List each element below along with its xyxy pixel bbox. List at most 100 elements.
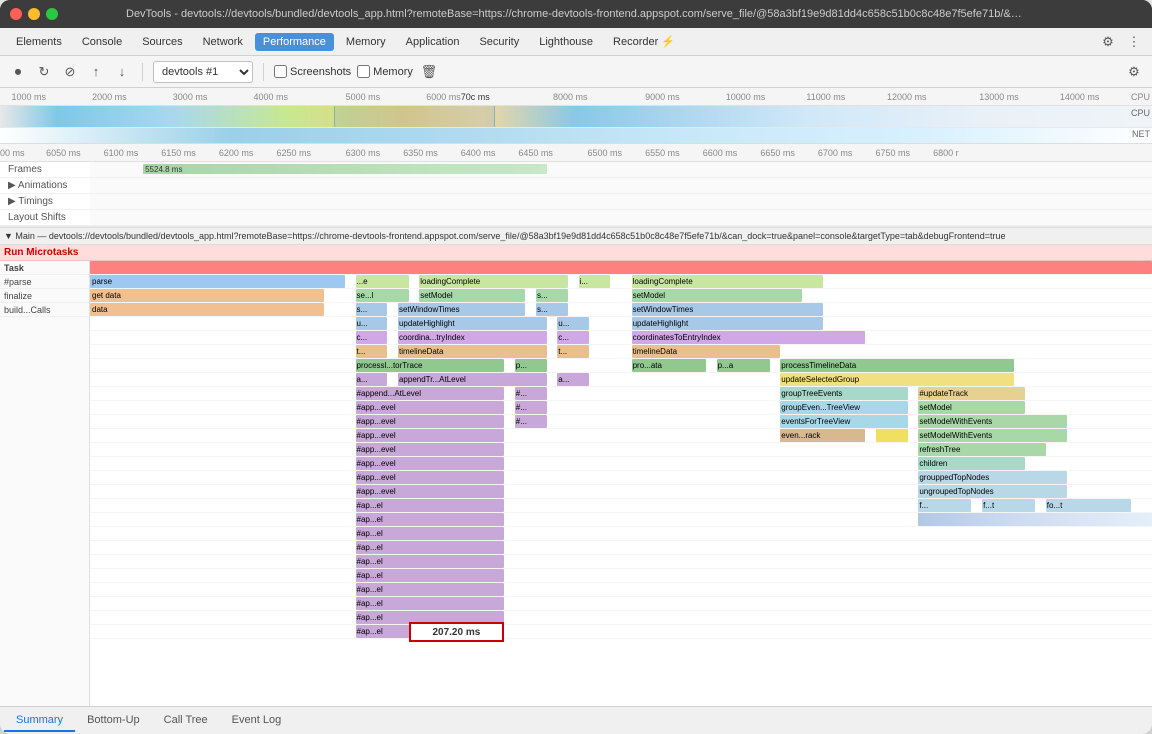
screenshots-checkbox[interactable] [274, 65, 287, 78]
menu-elements[interactable]: Elements [8, 33, 70, 51]
flame-row-24: #ap...el [90, 597, 1152, 611]
flame-row-8: a... appendTr...AtLevel a... updateSelec… [90, 373, 1152, 387]
timings-track: ▶ Timings [0, 194, 1152, 210]
settings-button[interactable]: ⚙ [1098, 32, 1118, 52]
devtools-content: Elements Console Sources Network Perform… [0, 28, 1152, 734]
bar-s1: s... [536, 289, 568, 302]
bar-setmodel1: setModel [419, 289, 525, 302]
animations-track: ▶ Animations [0, 178, 1152, 194]
ruler-14000: 14000 ms [1060, 92, 1100, 102]
bar-loadingcomplete2: loadingComplete [632, 275, 823, 288]
flame-canvas: parse ...e loadingComplete i... loadingC… [90, 261, 1152, 706]
bar-updateselect: updateSelectedGroup [780, 373, 1014, 386]
more-button[interactable]: ⋮ [1124, 32, 1144, 52]
bar-append-atlevel: #append...AtLevel [356, 387, 505, 400]
memory-checkbox-label[interactable]: Memory [357, 65, 413, 78]
bar-dense-right [918, 513, 1152, 526]
tab-summary[interactable]: Summary [4, 710, 75, 732]
zoom-label-6800: 6800 r [933, 148, 959, 158]
flame-row-13: #app...evel refreshTree [90, 443, 1152, 457]
ruler-8000: 8000 ms [553, 92, 588, 102]
flame-row-11: #app...evel #... eventsForTreeView setMo… [90, 415, 1152, 429]
bar-proata: pro...ata [632, 359, 706, 372]
bar-apel-1: #ap...el [356, 499, 505, 512]
flame-row-4: u... updateHighlight u... updateHighligh… [90, 317, 1152, 331]
bar-appevel-4: #app...evel [356, 443, 505, 456]
bar-s3: s... [536, 303, 568, 316]
menu-memory[interactable]: Memory [338, 33, 394, 51]
zoom-label-6250: 6250 ms [276, 148, 311, 158]
task-label: Run Microtasks [4, 247, 78, 258]
bar-appevel-3: #app...evel [356, 429, 505, 442]
flame-labels-col: Task #parse finalize build...Calls [0, 261, 90, 706]
zoom-label-6400: 6400 ms [461, 148, 496, 158]
zoom-label-6200: 6200 ms [219, 148, 254, 158]
bar-groupeven-tree: groupEven...TreeView [780, 401, 907, 414]
layout-shifts-track: Layout Shifts [0, 210, 1152, 226]
bar-setmodelwithevents: setModelWithEvents [918, 415, 1067, 428]
menu-performance[interactable]: Performance [255, 33, 334, 51]
download-button[interactable]: ↓ [112, 62, 132, 82]
flame-row-14: #app...evel children [90, 457, 1152, 471]
ruler-6000: 6000 ms [426, 92, 461, 102]
memory-checkbox[interactable] [357, 65, 370, 78]
ruler-4000: 4000 ms [253, 92, 288, 102]
tab-bottom-up[interactable]: Bottom-Up [75, 710, 152, 732]
zoom-label-6300: 6300 ms [346, 148, 381, 158]
flame-row-7: processl...torTrace p... pro...ata p...a… [90, 359, 1152, 373]
ruler-labels-container: 1000 ms 2000 ms 3000 ms 4000 ms 5000 ms … [0, 88, 1152, 105]
bar-u: u... [356, 317, 388, 330]
clear-button[interactable]: ⊘ [60, 62, 80, 82]
bar-grouptree: groupTreeEvents [780, 387, 907, 400]
layout-shifts-content [90, 210, 1152, 225]
bar-apel-5: #ap...el [356, 555, 505, 568]
menu-sources[interactable]: Sources [134, 33, 190, 51]
bar-setmodel2: setModel [632, 289, 802, 302]
ruler-13000: 13000 ms [979, 92, 1019, 102]
bar-setmodel-tree: setModel [918, 401, 1024, 414]
menu-network[interactable]: Network [195, 33, 251, 51]
flame-row-build: data s... setWindowTimes s... setWindowT… [90, 303, 1152, 317]
menu-security[interactable]: Security [471, 33, 527, 51]
traffic-lights [10, 8, 58, 20]
maximize-button[interactable] [46, 8, 58, 20]
upload-button[interactable]: ↑ [86, 62, 106, 82]
bar-getdata: get data [90, 289, 324, 302]
flame-row-17: #ap...el f... f...t fo...t [90, 499, 1152, 513]
bar-t: t... [356, 345, 388, 358]
cpu-overview: CPU [0, 106, 1152, 128]
gear-button[interactable]: ⚙ [1124, 62, 1144, 82]
target-select[interactable]: devtools #1 [153, 61, 253, 83]
bar-c2: c... [557, 331, 589, 344]
flame-row-6: t... timelineData t... timelineData [90, 345, 1152, 359]
minimize-button[interactable] [28, 8, 40, 20]
reload-button[interactable]: ↻ [34, 62, 54, 82]
bar-loadingcomplete1: loadingComplete [419, 275, 568, 288]
separator-1 [142, 63, 143, 81]
menu-lighthouse[interactable]: Lighthouse [531, 33, 601, 51]
flame-row-21: #ap...el [90, 555, 1152, 569]
tab-event-log[interactable]: Event Log [220, 710, 294, 732]
menu-console[interactable]: Console [74, 33, 130, 51]
ruler-2000: 2000 ms [92, 92, 127, 102]
bar-sel: se...l [356, 289, 409, 302]
window-title: DevTools - devtools://devtools/bundled/d… [126, 8, 1026, 20]
net-bar [0, 128, 1152, 143]
bar-updatehighlight1: updateHighlight [398, 317, 547, 330]
screenshots-label: Screenshots [290, 66, 351, 78]
screenshots-checkbox-label[interactable]: Screenshots [274, 65, 351, 78]
bar-eventrack: even...rack [780, 429, 865, 442]
ruler-5000: 5000 ms [346, 92, 381, 102]
close-button[interactable] [10, 8, 22, 20]
menu-application[interactable]: Application [398, 33, 468, 51]
record-button[interactable]: ⏺ [8, 62, 28, 82]
bar-updatehighlight2: updateHighlight [632, 317, 823, 330]
bar-u2: u... [557, 317, 589, 330]
flame-row-task [90, 261, 1152, 275]
tab-call-tree[interactable]: Call Tree [152, 710, 220, 732]
bar-setwindowtimes1: setWindowTimes [398, 303, 525, 316]
cpu-bar [0, 106, 1152, 127]
menu-recorder[interactable]: Recorder ⚡ [605, 32, 683, 51]
zoom-label-6750: 6750 ms [876, 148, 911, 158]
trash-button[interactable]: 🗑 [419, 62, 439, 82]
